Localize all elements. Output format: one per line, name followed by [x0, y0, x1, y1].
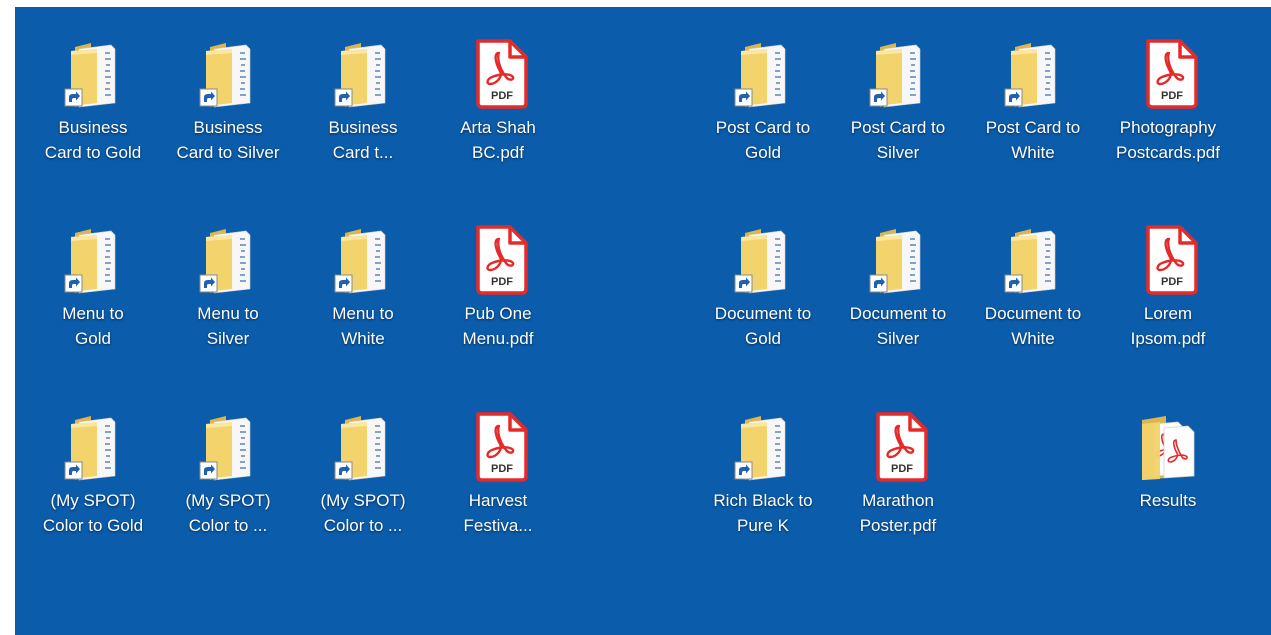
icon-label: (My SPOT) Color to ... [185, 491, 271, 535]
folder-shortcut-icon [196, 223, 260, 295]
desktop-icon-menu-to-gold[interactable]: Menu to Gold [25, 223, 161, 351]
desktop-icon-post-card-to-gold[interactable]: Post Card to Gold [695, 37, 831, 165]
desktop-icon-document-to-silver[interactable]: Document to Silver [830, 223, 966, 351]
folder-pdf-icon [1136, 410, 1200, 482]
icon-label: Business Card t... [328, 118, 398, 162]
folder-shortcut-icon [61, 410, 125, 482]
folder-shortcut-icon [731, 37, 795, 109]
desktop-icon-document-to-gold[interactable]: Document to Gold [695, 223, 831, 351]
icon-label: Menu to White [332, 304, 394, 348]
desktop-icon-my-spot-color-to-2[interactable]: (My SPOT) Color to ... [160, 410, 296, 538]
desktop-icon-pub-one-menu-pdf[interactable]: PDF Pub One Menu.pdf [430, 223, 566, 351]
icon-label: Document to Gold [714, 304, 812, 348]
icon-label: Lorem Ipsom.pdf [1130, 304, 1206, 348]
pdf-badge-text: PDF [1161, 276, 1183, 288]
folder-shortcut-icon [731, 410, 795, 482]
desktop-icon-rich-black-to-pure-k[interactable]: Rich Black to Pure K [695, 410, 831, 538]
desktop-icon-business-card-to-silver[interactable]: Business Card to Silver [160, 37, 296, 165]
icon-label: Harvest Festiva... [463, 491, 533, 535]
folder-shortcut-icon [1001, 223, 1065, 295]
pdf-icon: PDF [466, 37, 530, 109]
icon-label: Menu to Silver [197, 304, 259, 348]
icon-label: (My SPOT) Color to Gold [42, 491, 144, 535]
desktop-icon-menu-to-white[interactable]: Menu to White [295, 223, 431, 351]
desktop-icon-document-to-white[interactable]: Document to White [965, 223, 1101, 351]
desktop-icon-my-spot-color-to-3[interactable]: (My SPOT) Color to ... [295, 410, 431, 538]
pdf-icon: PDF [466, 410, 530, 482]
desktop[interactable]: Business Card to Gold Business Card to S… [15, 7, 1271, 635]
icon-label: Post Card to Gold [715, 118, 811, 162]
folder-shortcut-icon [866, 37, 930, 109]
pdf-icon: PDF [1136, 223, 1200, 295]
pdf-badge-text: PDF [1161, 90, 1183, 102]
pdf-badge-text: PDF [491, 463, 513, 475]
folder-shortcut-icon [331, 410, 395, 482]
desktop-icon-post-card-to-silver[interactable]: Post Card to Silver [830, 37, 966, 165]
pdf-icon: PDF [1136, 37, 1200, 109]
folder-shortcut-icon [61, 37, 125, 109]
folder-shortcut-icon [331, 223, 395, 295]
icon-label: Arta Shah BC.pdf [460, 118, 536, 162]
icon-label: Pub One Menu.pdf [462, 304, 534, 348]
desktop-icon-lorem-ipsom-pdf[interactable]: PDF Lorem Ipsom.pdf [1100, 223, 1236, 351]
desktop-icon-post-card-to-white[interactable]: Post Card to White [965, 37, 1101, 165]
icon-label: Document to White [984, 304, 1082, 348]
pdf-badge-text: PDF [491, 90, 513, 102]
desktop-icon-menu-to-silver[interactable]: Menu to Silver [160, 223, 296, 351]
folder-shortcut-icon [196, 410, 260, 482]
desktop-icon-business-card-to-gold[interactable]: Business Card to Gold [25, 37, 161, 165]
icon-label: Post Card to White [985, 118, 1081, 162]
folder-shortcut-icon [331, 37, 395, 109]
desktop-icon-harvest-festival-pdf[interactable]: PDF Harvest Festiva... [430, 410, 566, 538]
icon-label: Photography Postcards.pdf [1116, 118, 1220, 162]
icon-label: Marathon Poster.pdf [859, 491, 937, 535]
folder-shortcut-icon [731, 223, 795, 295]
desktop-icon-arta-shah-bc-pdf[interactable]: PDF Arta Shah BC.pdf [430, 37, 566, 165]
desktop-icon-business-card-t[interactable]: Business Card t... [295, 37, 431, 165]
folder-shortcut-icon [866, 223, 930, 295]
icon-label: (My SPOT) Color to ... [320, 491, 406, 535]
icon-label: Document to Silver [849, 304, 947, 348]
icon-label: Rich Black to Pure K [713, 491, 813, 535]
desktop-icon-my-spot-color-to-gold[interactable]: (My SPOT) Color to Gold [25, 410, 161, 538]
pdf-icon: PDF [866, 410, 930, 482]
pdf-badge-text: PDF [491, 276, 513, 288]
icon-label: Post Card to Silver [850, 118, 946, 162]
folder-shortcut-icon [1001, 37, 1065, 109]
pdf-badge-text: PDF [891, 463, 913, 475]
icon-label: Results [1139, 491, 1197, 510]
folder-shortcut-icon [61, 223, 125, 295]
folder-shortcut-icon [196, 37, 260, 109]
desktop-icon-results-folder[interactable]: Results [1100, 410, 1236, 513]
icon-label: Business Card to Silver [176, 118, 280, 162]
icon-label: Menu to Gold [62, 304, 124, 348]
desktop-icon-marathon-poster-pdf[interactable]: PDF Marathon Poster.pdf [830, 410, 966, 538]
desktop-icon-photography-postcards-pdf[interactable]: PDF Photography Postcards.pdf [1100, 37, 1236, 165]
pdf-icon: PDF [466, 223, 530, 295]
icon-label: Business Card to Gold [44, 118, 142, 162]
